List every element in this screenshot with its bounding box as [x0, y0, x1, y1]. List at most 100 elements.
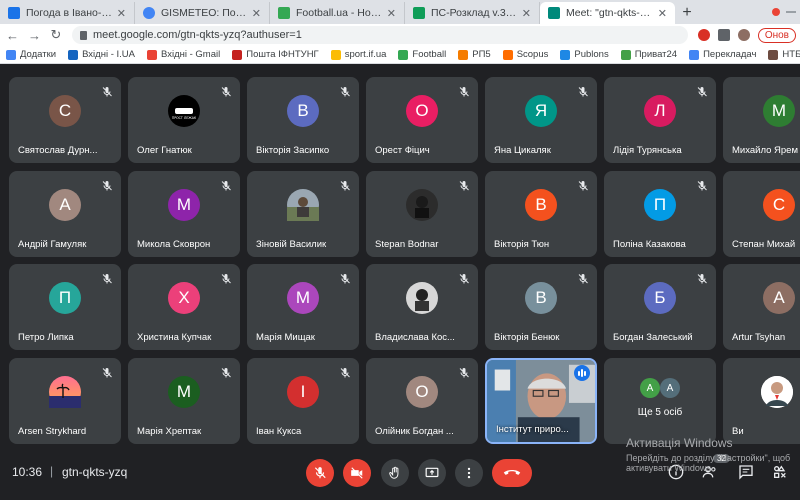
extensions-puzzle-icon[interactable]: [717, 29, 730, 41]
tab-close-icon[interactable]: ✕: [117, 7, 126, 20]
participant-tile[interactable]: Зіновій Василик: [247, 171, 359, 257]
participant-tile[interactable]: П Петро Липка: [9, 264, 121, 350]
participant-tile[interactable]: ПРОСТ ЛЕЖАК Олег Гнатюк: [128, 77, 240, 163]
more-options-button[interactable]: [455, 459, 483, 487]
bookmark-item[interactable]: НТБ ІФНТУНГ: [768, 49, 800, 60]
tab-favicon-2: [143, 7, 155, 19]
minimize-icon[interactable]: [786, 11, 796, 13]
forward-icon[interactable]: →: [28, 28, 41, 43]
participant-tile[interactable]: Б Богдан Залеський: [604, 264, 716, 350]
participant-tile[interactable]: С Святослав Дурн...: [9, 77, 121, 163]
bookmark-icon: [458, 49, 469, 60]
participant-tile[interactable]: М Марія Хрептак: [128, 358, 240, 444]
bookmark-item[interactable]: Пошта ІФНТУНГ: [232, 49, 319, 60]
camera-toggle-button[interactable]: [343, 459, 371, 487]
tab-2[interactable]: GISMETEO: Погода в Іваn ✕: [135, 2, 270, 24]
participant-tile[interactable]: Л Лідія Турянська: [604, 77, 716, 163]
mic-muted-icon: [339, 272, 351, 284]
participant-tile[interactable]: Інститут приро...: [485, 358, 597, 444]
participant-avatar: [406, 189, 438, 221]
tab-close-icon[interactable]: ✕: [522, 7, 531, 20]
recording-dot-icon: [772, 8, 780, 16]
tab-title-1: Погода в Івано-Франківськ: [26, 7, 113, 19]
end-call-button[interactable]: [492, 459, 532, 487]
adblock-icon[interactable]: [697, 29, 710, 41]
bookmark-item[interactable]: Перекладач: [689, 49, 756, 60]
bookmark-item[interactable]: Додатки: [6, 49, 56, 60]
people-icon[interactable]: [702, 464, 718, 480]
new-tab-button[interactable]: +: [675, 2, 699, 24]
bookmark-label: Приват24: [634, 49, 678, 60]
participant-tile[interactable]: М Микола Сковрон: [128, 171, 240, 257]
participant-tile[interactable]: Stepan Bodnar: [366, 171, 478, 257]
meeting-time: 10:36: [12, 465, 43, 479]
bookmark-item[interactable]: Football: [398, 49, 446, 60]
bookmark-item[interactable]: Publons: [560, 49, 609, 60]
tab-4[interactable]: ПС-Розклад v.3.8.2 ✕: [405, 2, 540, 24]
mic-muted-icon: [220, 272, 232, 284]
bookmark-item[interactable]: Вхідні - I.UA: [68, 49, 135, 60]
participant-name: Степан Михай: [732, 239, 796, 250]
more-participants-tile[interactable]: A A Ще 5 осіб: [604, 358, 716, 444]
mic-muted-icon: [458, 85, 470, 97]
participant-tile[interactable]: О Олійник Богдан ...: [366, 358, 478, 444]
participant-tile[interactable]: С Степан Михай: [723, 171, 800, 257]
back-icon[interactable]: ←: [6, 28, 19, 43]
bookmark-item[interactable]: Приват24: [620, 49, 678, 60]
tab-3[interactable]: Football.ua - Новости фут ✕: [270, 2, 405, 24]
participant-tile[interactable]: Владислава Кос...: [366, 264, 478, 350]
bookmark-item[interactable]: РП5: [458, 49, 491, 60]
mini-avatar: A: [660, 378, 680, 398]
address-bar[interactable]: meet.google.com/gtn-qkts-yzq?authuser=1: [72, 26, 688, 44]
participant-name: Іван Кукса: [256, 426, 302, 437]
participant-tile[interactable]: П Поліна Казакова: [604, 171, 716, 257]
mic-muted-icon: [101, 179, 113, 191]
tab-close-icon[interactable]: ✕: [387, 7, 396, 20]
participant-tile[interactable]: А Андрій Гамуляк: [9, 171, 121, 257]
present-screen-button[interactable]: [418, 459, 446, 487]
bookmark-icon: [620, 49, 631, 60]
participant-avatar: С: [763, 189, 795, 221]
mic-muted-icon: [696, 272, 708, 284]
participant-tile[interactable]: О Орест Фіцич: [366, 77, 478, 163]
profile-avatar-icon[interactable]: [737, 29, 750, 41]
meeting-controls-bar: 10:36 | gtn-qkts-yzq 32: [0, 454, 800, 500]
window-controls: [772, 0, 800, 24]
chat-icon[interactable]: [738, 464, 754, 480]
update-button[interactable]: Онов: [757, 27, 796, 43]
tab-close-icon[interactable]: ✕: [252, 7, 261, 20]
bookmark-label: РП5: [472, 49, 491, 60]
tab-close-icon[interactable]: ✕: [658, 7, 667, 20]
mic-muted-icon: [696, 85, 708, 97]
mic-toggle-button[interactable]: [306, 459, 334, 487]
participant-tile[interactable]: І Іван Кукса: [247, 358, 359, 444]
participant-tile[interactable]: Х Христина Купчак: [128, 264, 240, 350]
participant-avatar: П: [644, 189, 676, 221]
bookmark-item[interactable]: sport.if.ua: [330, 49, 386, 60]
tab-1[interactable]: Погода в Івано-Франківськ ✕: [0, 2, 135, 24]
participant-name: Arsen Strykhard: [18, 426, 87, 437]
participant-tile[interactable]: В Вікторія Бенюк: [485, 264, 597, 350]
activities-icon[interactable]: [772, 464, 788, 480]
participant-name: Поліна Казакова: [613, 239, 686, 250]
participant-tile[interactable]: М Марія Мищак: [247, 264, 359, 350]
self-tile[interactable]: Ви: [723, 358, 800, 444]
participant-tile[interactable]: В Вікторія Тюн: [485, 171, 597, 257]
meeting-code: gtn-qkts-yzq: [62, 465, 128, 479]
participant-tile[interactable]: М Михайло Ярем: [723, 77, 800, 163]
info-icon[interactable]: [668, 464, 684, 480]
reload-icon[interactable]: ↻: [50, 27, 62, 43]
raise-hand-button[interactable]: [381, 459, 409, 487]
participant-tile[interactable]: Я Яна Цикаляк: [485, 77, 597, 163]
bookmark-item[interactable]: Вхідні - Gmail: [146, 49, 220, 60]
mic-muted-icon: [101, 85, 113, 97]
participant-avatar: [49, 376, 81, 408]
participant-tile[interactable]: A Artur Tsyhan: [723, 264, 800, 350]
bookmark-icon: [768, 49, 779, 60]
participant-tile[interactable]: Arsen Strykhard: [9, 358, 121, 444]
self-avatar: [761, 376, 793, 408]
mic-muted-icon: [339, 179, 351, 191]
participant-tile[interactable]: В Вікторія Засипко: [247, 77, 359, 163]
tab-5-active[interactable]: Meet: "gtn-qkts-yzq" ✕: [540, 2, 675, 24]
bookmark-item[interactable]: Scopus: [502, 49, 548, 60]
